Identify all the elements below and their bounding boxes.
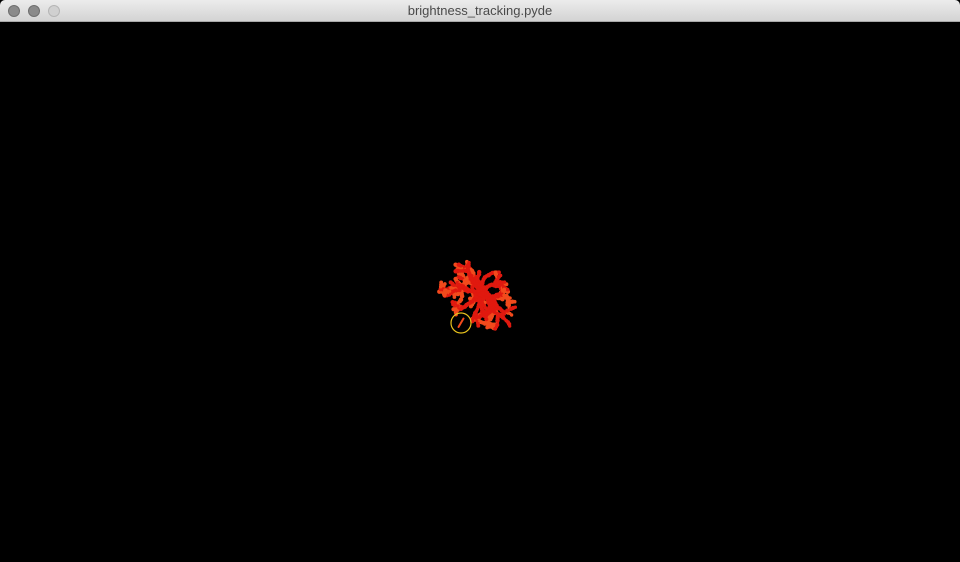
- cluster-particle: [480, 291, 485, 296]
- cluster-particle: [443, 288, 448, 293]
- cluster-particle: [502, 287, 507, 292]
- cluster-particle: [493, 270, 498, 275]
- cluster-particle: [509, 313, 514, 317]
- cluster-particle: [505, 287, 510, 292]
- cluster-particle: [483, 306, 488, 310]
- cluster-particle: [456, 282, 461, 287]
- cluster-particle: [484, 317, 489, 322]
- sketch-window: brightness_tracking.pyde: [0, 0, 960, 562]
- cluster-particle: [484, 287, 488, 292]
- cluster-particle: [459, 293, 465, 299]
- window-title: brightness_tracking.pyde: [407, 3, 553, 18]
- cluster-particle: [449, 286, 453, 290]
- title-bar[interactable]: brightness_tracking.pyde: [0, 0, 960, 22]
- cluster-particle: [498, 273, 503, 278]
- cluster-particle: [462, 278, 467, 283]
- cluster-particle: [439, 280, 444, 285]
- cluster-particle: [451, 307, 456, 312]
- cluster-particle: [482, 320, 486, 325]
- cluster-particle: [477, 283, 482, 288]
- cluster-particle: [508, 324, 512, 328]
- cluster-particle: [477, 269, 482, 275]
- cluster-particle: [456, 262, 462, 267]
- brightness-tracker: [450, 312, 472, 334]
- cluster-particle: [493, 326, 498, 331]
- cluster-particle: [472, 289, 477, 294]
- cluster-particle: [513, 305, 518, 309]
- sketch-canvas[interactable]: [0, 22, 960, 562]
- cluster-particle: [442, 292, 447, 298]
- cluster-particle: [450, 299, 455, 305]
- cluster-particle: [476, 323, 481, 328]
- cluster-particle: [452, 295, 457, 299]
- cluster-particle: [512, 299, 517, 304]
- cluster-particle: [443, 282, 447, 286]
- red-growth-cluster: [437, 259, 518, 331]
- cluster-particle: [481, 296, 486, 301]
- cluster-particle: [485, 325, 490, 330]
- cluster-particle: [448, 280, 453, 285]
- cluster-particle: [465, 263, 470, 268]
- cluster-particle: [502, 280, 507, 284]
- cluster-particle: [477, 297, 482, 301]
- cluster-particle: [453, 276, 458, 282]
- tracker-particle: [457, 317, 465, 328]
- sketch-drawing: [437, 259, 518, 334]
- cluster-particle: [453, 269, 458, 274]
- cluster-particle: [474, 295, 479, 300]
